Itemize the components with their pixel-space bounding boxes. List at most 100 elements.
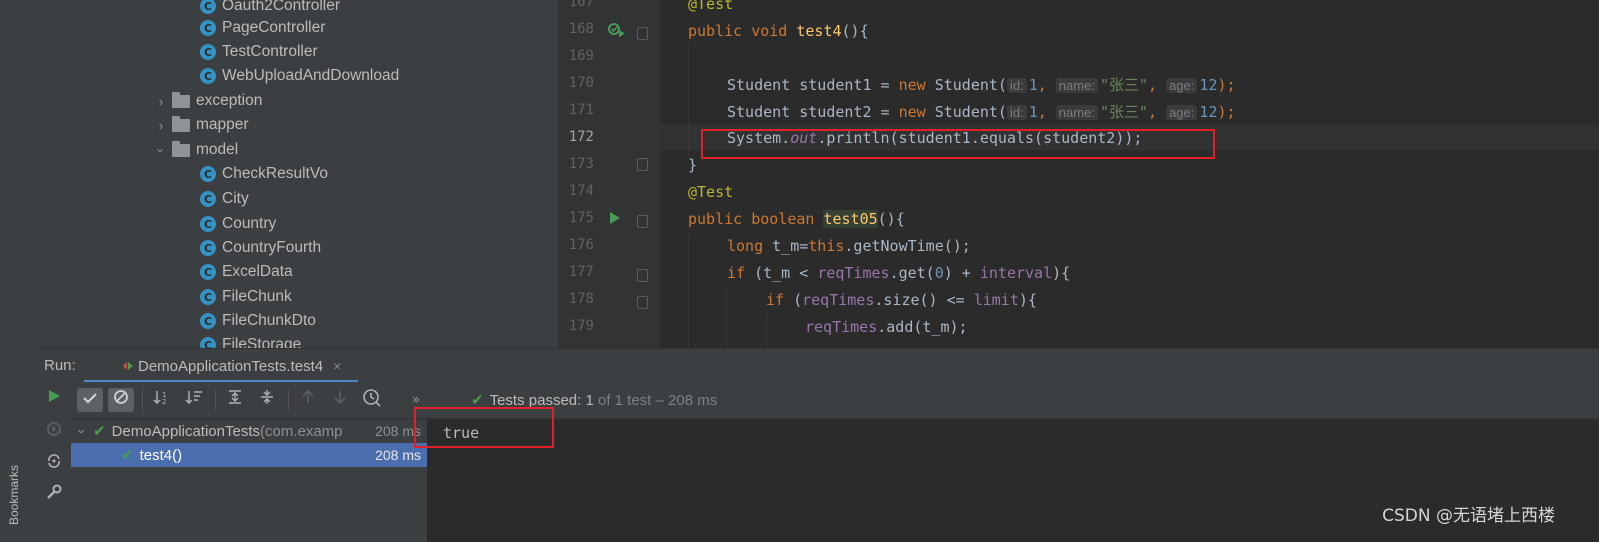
class-icon: C <box>200 191 216 207</box>
run-side-toolbar <box>36 382 71 542</box>
tree-item-model[interactable]: › model <box>154 138 238 162</box>
fold-marker-icon[interactable] <box>637 215 648 228</box>
highlight-box-println <box>701 129 1215 159</box>
code-line-167[interactable]: @Test <box>688 0 733 17</box>
line-number: 168 <box>568 21 594 37</box>
chevron-down-icon[interactable]: › <box>154 143 169 157</box>
line-number: 178 <box>568 291 594 307</box>
previous-failed-icon[interactable] <box>295 388 321 412</box>
test-results-tree[interactable]: › ✔ DemoApplicationTests (com.examp 208 … <box>71 419 427 542</box>
code-line-174[interactable]: @Test <box>688 179 733 205</box>
code-line-176[interactable]: long t_m=this.getNowTime(); <box>727 233 971 259</box>
tree-item-webuploadanddownload[interactable]: C WebUploadAndDownload <box>200 64 399 88</box>
tree-item-checkresultvo[interactable]: C CheckResultVo <box>200 162 328 186</box>
class-icon: C <box>200 216 216 232</box>
code-line-177[interactable]: if (t_m < reqTimes.get(0) + interval){ <box>727 260 1070 286</box>
code-editor[interactable]: 167 168 169 170 171 172 173 174 175 176 … <box>560 0 1599 348</box>
param-hint: age: <box>1166 78 1198 93</box>
line-number: 167 <box>568 0 594 10</box>
project-tree[interactable]: C Oauth2Controller C PageController C TestC… <box>36 0 558 348</box>
rerun-icon[interactable] <box>43 388 65 410</box>
class-icon: C <box>200 240 216 256</box>
highlight-box-output <box>414 407 554 448</box>
chevron-right-icon[interactable]: › <box>154 94 168 109</box>
run-test-icon[interactable] <box>608 211 622 228</box>
fold-marker-icon[interactable] <box>637 27 648 40</box>
show-ignored-icon[interactable] <box>108 388 134 412</box>
chevron-down-icon[interactable]: › <box>75 424 90 438</box>
editor-gutter[interactable]: 167 168 169 170 171 172 173 174 175 176 … <box>560 0 660 348</box>
line-number: 173 <box>568 156 594 172</box>
tree-item-filestorage[interactable]: C FileStorage <box>200 333 301 348</box>
line-number: 174 <box>568 183 594 199</box>
code-line-170[interactable]: Student student1 = new Student(id: 1, nam… <box>727 72 1236 98</box>
code-line-179[interactable]: reqTimes.add(t_m); <box>805 314 968 340</box>
test-history-icon[interactable] <box>359 388 385 412</box>
tree-item-testcontroller[interactable]: C TestController <box>200 40 318 64</box>
run-tab-demoapplicationtests-test4[interactable]: DemoApplicationTests.test4 × <box>98 349 365 383</box>
code-line-178[interactable]: if (reqTimes.size() <= limit){ <box>766 287 1037 313</box>
class-icon: C <box>200 20 216 36</box>
check-icon: ✔ <box>121 447 134 464</box>
tree-item-city[interactable]: C City <box>200 187 249 211</box>
sort-alphabetically-icon[interactable]: 12 <box>149 388 175 412</box>
check-icon: ✔ <box>93 423 106 440</box>
code-line-168[interactable]: public void test4(){ <box>688 18 869 44</box>
tree-item-country[interactable]: C Country <box>200 212 276 236</box>
indent-guide <box>688 44 689 156</box>
class-icon: C <box>200 166 216 182</box>
show-passed-icon[interactable] <box>77 388 103 412</box>
param-hint: id: <box>1006 78 1027 93</box>
code-line-173[interactable]: } <box>688 152 697 178</box>
sort-by-duration-icon[interactable] <box>181 388 207 412</box>
tree-item-mapper[interactable]: › mapper <box>154 113 249 137</box>
indent-guide <box>766 314 767 348</box>
indent-guide <box>688 233 689 348</box>
class-icon: C <box>200 0 216 14</box>
bookmarks-tab[interactable]: Bookmarks <box>7 458 32 538</box>
run-tool-window-header: Run: DemoApplicationTests.test4 × <box>36 348 1599 383</box>
param-hint: name: <box>1055 105 1098 120</box>
class-icon: C <box>200 68 216 84</box>
tree-item-countryfourth[interactable]: C CountryFourth <box>200 236 321 260</box>
line-number: 169 <box>568 48 594 64</box>
line-number: 171 <box>568 102 594 118</box>
code-line-175[interactable]: public boolean test05(){ <box>688 206 905 232</box>
fold-marker-icon[interactable] <box>637 296 648 309</box>
expand-all-icon[interactable] <box>222 388 248 412</box>
class-icon: C <box>200 313 216 329</box>
folder-icon <box>172 115 190 132</box>
fold-marker-icon[interactable] <box>637 269 648 282</box>
folder-icon <box>172 91 190 108</box>
test-row-demoapplicationtests[interactable]: › ✔ DemoApplicationTests (com.examp 208 … <box>71 419 427 443</box>
wrench-icon[interactable] <box>43 484 65 506</box>
class-icon: C <box>200 44 216 60</box>
tree-item-pagecontroller[interactable]: C PageController <box>200 16 325 40</box>
class-icon: C <box>200 264 216 280</box>
collapse-all-icon[interactable] <box>254 388 280 412</box>
tree-item-filechunkdto[interactable]: C FileChunkDto <box>200 309 316 333</box>
test-runner-toolbar: 12 » ✔ Tests passed: 1 of 1 test – 208 m… <box>71 382 1599 419</box>
test-row-test4[interactable]: ✔ test4() 208 ms <box>71 443 427 467</box>
indent-guide <box>726 287 727 348</box>
line-number: 170 <box>568 75 594 91</box>
bookmarks-label: Bookmarks <box>7 464 22 526</box>
run-test-passed-icon[interactable] <box>608 22 628 41</box>
svg-text:2: 2 <box>162 398 166 405</box>
folder-icon <box>172 140 190 157</box>
close-icon[interactable]: × <box>333 358 341 374</box>
code-line-171[interactable]: Student student2 = new Student(id: 1, nam… <box>727 99 1236 125</box>
watermark: CSDN @无语堵上西楼 <box>1382 506 1555 526</box>
next-failed-icon[interactable] <box>327 388 353 412</box>
class-icon: C <box>200 289 216 305</box>
rerun-automatically-icon[interactable] <box>43 452 65 474</box>
toolbar-separator <box>142 390 143 410</box>
fold-marker-icon[interactable] <box>637 158 648 171</box>
line-number: 175 <box>568 210 594 226</box>
tree-item-exception[interactable]: › exception <box>154 89 262 113</box>
chevron-right-icon[interactable]: › <box>154 118 168 133</box>
tree-item-exceldata[interactable]: C ExcelData <box>200 260 293 284</box>
rerun-failed-icon[interactable] <box>43 420 65 442</box>
tree-item-filechunk[interactable]: C FileChunk <box>200 285 292 309</box>
line-number: 179 <box>568 318 594 334</box>
